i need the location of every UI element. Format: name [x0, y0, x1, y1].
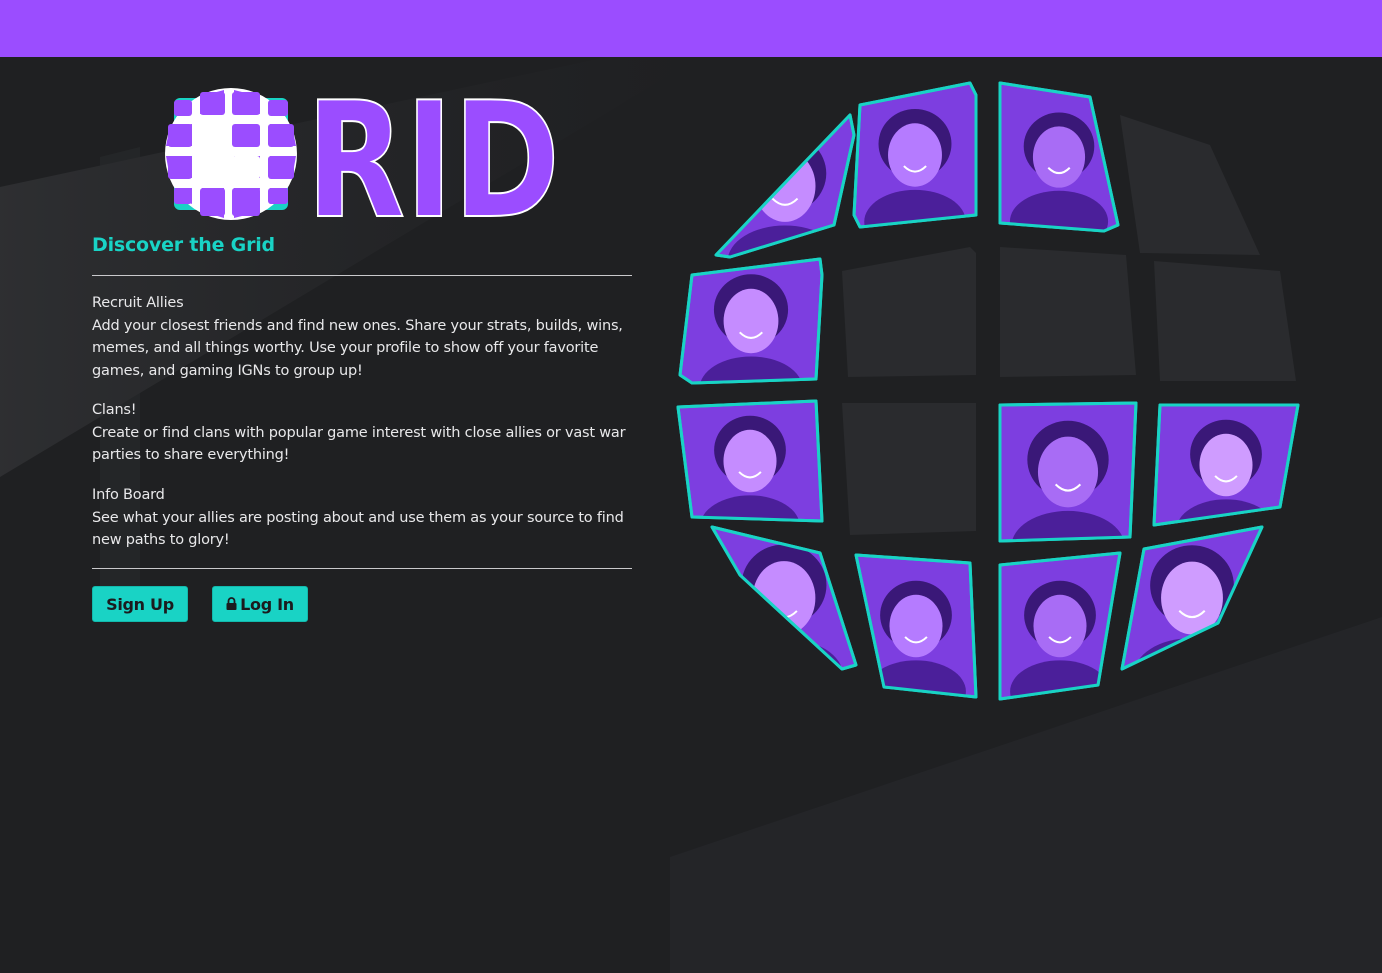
avatar-face [1199, 433, 1253, 497]
avatar-tile [852, 81, 978, 229]
avatar-face [889, 594, 943, 658]
sign-up-label: Sign Up [106, 594, 174, 614]
logo-wordmark: RID [306, 86, 560, 222]
tagline: Discover the Grid [92, 234, 275, 256]
top-bar [0, 0, 1382, 57]
avatar-globe [670, 75, 1310, 715]
empty-tile [1120, 115, 1260, 255]
section-recruit-allies: Recruit Allies Add your closest friends … [92, 292, 637, 383]
grid-logo: RID [162, 66, 562, 255]
sign-up-button[interactable]: Sign Up [92, 586, 188, 622]
section-body: Add your closest friends and find new on… [92, 317, 623, 380]
avatar-tile [676, 399, 824, 523]
empty-tile [1154, 261, 1296, 381]
lock-icon [226, 596, 237, 610]
avatar-tile [998, 81, 1120, 233]
avatar-face [1032, 126, 1086, 188]
section-body: Create or find clans with popular game i… [92, 424, 626, 464]
avatar-tile [710, 525, 858, 671]
empty-tile [1000, 247, 1136, 377]
avatar-face [1033, 594, 1087, 658]
avatar-face [723, 288, 779, 354]
avatar-face [723, 429, 777, 493]
avatar-face [752, 561, 816, 635]
avatar-tile [678, 257, 824, 385]
log-in-button[interactable]: Log In [212, 586, 308, 622]
log-in-label: Log In [240, 594, 294, 614]
avatar-tile [854, 553, 978, 699]
divider-bottom [92, 568, 632, 569]
globe-logo-icon [165, 88, 297, 220]
section-title: Info Board [92, 487, 165, 503]
empty-tile [842, 403, 976, 535]
avatar-body [1133, 638, 1251, 669]
section-body: See what your allies are posting about a… [92, 509, 624, 549]
avatar-tile [1120, 525, 1264, 671]
avatar-face [888, 123, 942, 187]
section-title: Recruit Allies [92, 295, 184, 311]
section-info-board: Info Board See what your allies are post… [92, 484, 637, 552]
avatar-tile [998, 551, 1122, 701]
empty-tile [842, 247, 976, 377]
avatar-face [1037, 436, 1099, 508]
avatar-body [1009, 190, 1109, 231]
avatar-body [724, 638, 844, 669]
section-clans: Clans! Create or find clans with popular… [92, 399, 637, 467]
section-title: Clans! [92, 402, 137, 418]
divider-top [92, 275, 632, 276]
